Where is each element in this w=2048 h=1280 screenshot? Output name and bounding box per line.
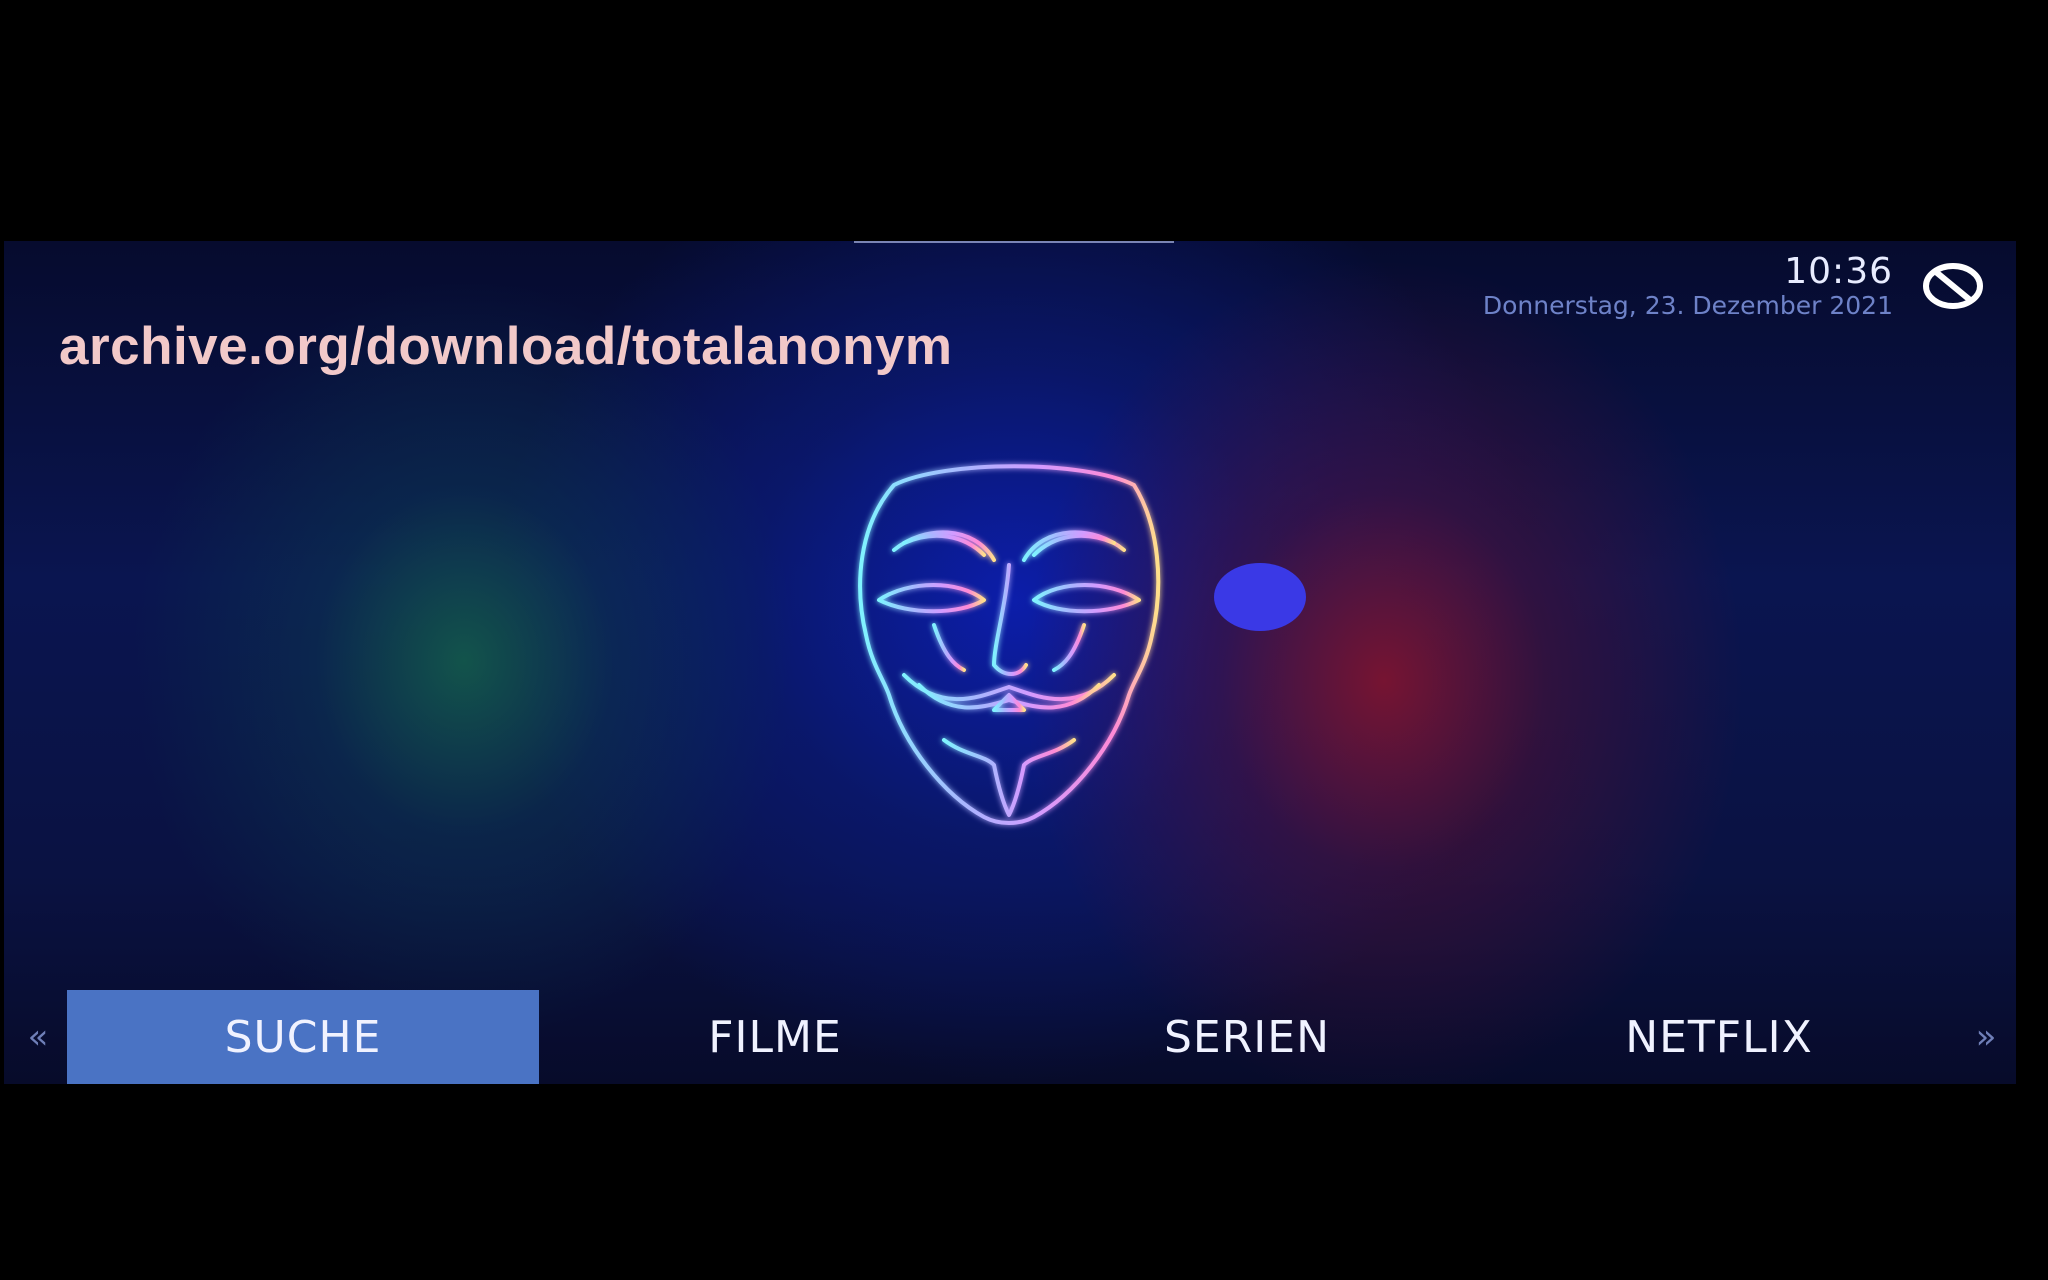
menu-item-serien[interactable]: SERIEN	[1011, 990, 1483, 1084]
kodi-home-screen: 10:36 Donnerstag, 23. Dezember 2021 arch…	[4, 241, 2016, 1084]
clock-time: 10:36	[1784, 251, 1893, 292]
top-indicator-line	[854, 241, 1174, 243]
menu-item-suche[interactable]: SUCHE	[67, 990, 539, 1084]
guy-fawkes-mask-icon	[834, 455, 1184, 835]
clock-date: Donnerstag, 23. Dezember 2021	[1482, 291, 1893, 320]
main-menu-bar: « SUCHE FILME SERIEN NETFLIX »	[4, 990, 2016, 1084]
archive-url-text: archive.org/download/totalanonym	[59, 317, 953, 376]
cursor-dot	[1214, 563, 1306, 631]
menu-item-netflix[interactable]: NETFLIX	[1483, 990, 1955, 1084]
scroll-left-icon[interactable]: «	[18, 990, 58, 1084]
scroll-right-icon[interactable]: »	[1966, 990, 2006, 1084]
no-entry-icon[interactable]	[1922, 261, 1984, 311]
menu-item-filme[interactable]: FILME	[539, 990, 1011, 1084]
